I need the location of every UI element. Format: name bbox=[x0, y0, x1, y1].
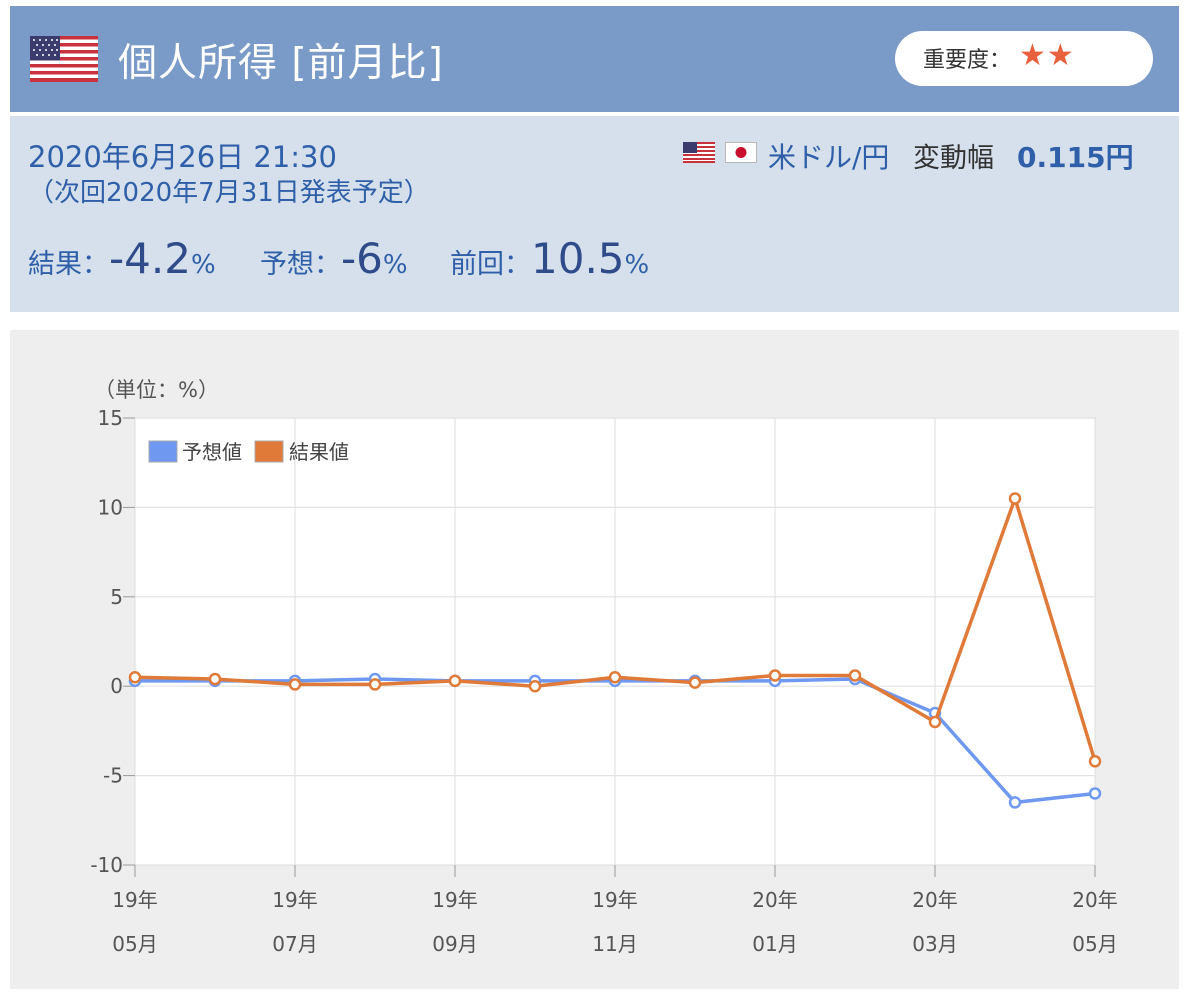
result-point[interactable] bbox=[768, 669, 782, 682]
x-axis: 19年 05月 19年 07月 19年 09月 19年 11月 20年 01月 20年 03月 20年 0… bbox=[112, 865, 1118, 956]
us-flag-icon bbox=[30, 36, 98, 82]
legend-swatch-result bbox=[254, 440, 284, 463]
x-tick-label-year: 20年 bbox=[1072, 888, 1117, 912]
result-point[interactable] bbox=[128, 671, 142, 684]
importance-badge: 重要度： ★★ bbox=[895, 31, 1153, 86]
unit-label: （単位：%） bbox=[94, 378, 219, 402]
result-point[interactable] bbox=[208, 672, 222, 686]
y-tick-label: 15 bbox=[98, 406, 123, 430]
x-tick-label-year: 20年 bbox=[752, 888, 797, 912]
previous-value: 10.5 bbox=[531, 234, 625, 283]
result-point[interactable] bbox=[1008, 492, 1022, 505]
result-unit: % bbox=[190, 250, 216, 280]
y-tick-label: 5 bbox=[110, 585, 123, 609]
previous-unit: % bbox=[624, 250, 650, 280]
page-title: 個人所得 [前月比] bbox=[118, 41, 444, 86]
x-tick-label-month: 09月 bbox=[432, 932, 477, 956]
x-tick-label-month: 11月 bbox=[592, 932, 637, 956]
indicator-header: 個人所得 [前月比] 重要度： ★★ bbox=[10, 6, 1179, 112]
currency-pair-link[interactable]: 米ドル/円 bbox=[768, 136, 889, 176]
importance-label: 重要度： bbox=[923, 48, 1012, 73]
x-tick-label-month: 07月 bbox=[272, 932, 317, 956]
jp-flag-small-icon bbox=[725, 142, 757, 163]
x-tick-label-year: 19年 bbox=[112, 888, 157, 912]
range-label: 変動幅 bbox=[913, 143, 994, 174]
forecast-point[interactable] bbox=[1088, 787, 1102, 800]
result-point[interactable] bbox=[928, 715, 942, 729]
x-tick-label-month: 05月 bbox=[1072, 932, 1117, 956]
result-point[interactable] bbox=[608, 671, 622, 684]
x-tick-label-month: 05月 bbox=[112, 932, 157, 956]
result-value: -4.2 bbox=[109, 234, 191, 283]
forecast-stat: 予想：-6% bbox=[260, 234, 408, 283]
chart-panel: （単位：%） 15 10 5 0 -5 -10 19年 05月 19年 07月 19年 09月 19年… bbox=[10, 330, 1179, 989]
y-tick-label: -5 bbox=[103, 764, 123, 788]
line-chart: （単位：%） 151050-5-10 19年05月19年07月19年09月19年… bbox=[90, 378, 1118, 956]
forecast-label: 予想： bbox=[260, 249, 341, 280]
x-tick-label-year: 19年 bbox=[272, 888, 317, 912]
previous-label: 前回： bbox=[450, 249, 531, 280]
forecast-point[interactable] bbox=[1008, 796, 1022, 809]
result-point[interactable] bbox=[688, 676, 702, 689]
legend-label-result: 結果値 bbox=[289, 440, 349, 464]
release-info-panel: 2020年6月26日 21:30 （次回2020年7月31日発表予定） 米ドル/… bbox=[10, 116, 1179, 312]
x-tick-label-year: 19年 bbox=[432, 888, 477, 912]
next-release: （次回2020年7月31日発表予定） bbox=[28, 178, 430, 208]
importance-stars-icon: ★★ bbox=[1019, 38, 1075, 73]
previous-stat: 前回：10.5% bbox=[450, 234, 649, 283]
x-tick-label-year: 19年 bbox=[592, 888, 637, 912]
us-flag-small-icon bbox=[683, 142, 715, 163]
y-tick-label: 10 bbox=[98, 495, 123, 519]
range-value: 0.115円 bbox=[1017, 141, 1134, 174]
result-point[interactable] bbox=[368, 678, 382, 691]
forecast-unit: % bbox=[382, 250, 408, 280]
y-tick-label: -10 bbox=[90, 853, 123, 877]
release-datetime: 2020年6月26日 21:30 bbox=[28, 140, 337, 174]
result-stat: 結果：-4.2% bbox=[28, 234, 216, 283]
y-axis: 15 10 5 0 -5 -10 bbox=[90, 406, 135, 877]
x-tick-label-month: 03月 bbox=[912, 932, 957, 956]
result-point[interactable] bbox=[1088, 755, 1102, 768]
forecast-value: -6 bbox=[341, 234, 383, 283]
result-point[interactable] bbox=[848, 669, 862, 682]
legend-label-forecast: 予想値 bbox=[182, 440, 242, 464]
result-point[interactable] bbox=[528, 679, 542, 693]
y-tick-label: 0 bbox=[110, 674, 123, 698]
x-tick-label-month: 01月 bbox=[752, 932, 797, 956]
result-label: 結果： bbox=[28, 249, 109, 280]
result-point[interactable] bbox=[288, 678, 302, 691]
legend-swatch-forecast bbox=[148, 440, 178, 463]
x-tick-label-year: 20年 bbox=[912, 888, 957, 912]
result-point[interactable] bbox=[448, 674, 462, 688]
